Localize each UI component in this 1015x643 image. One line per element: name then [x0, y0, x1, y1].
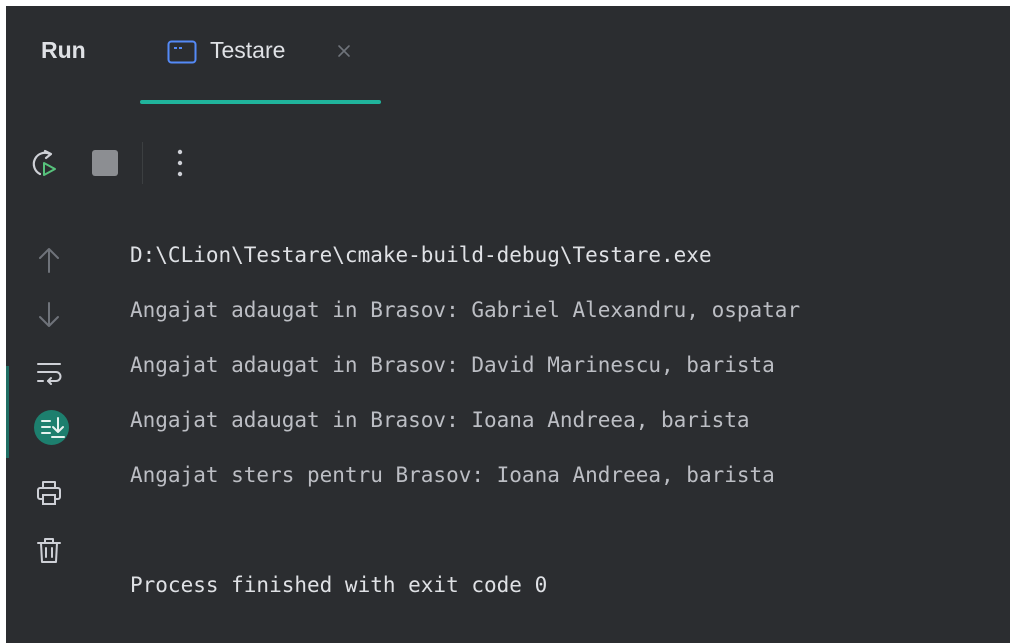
executable-path[interactable]: D:\CLion\Testare\cmake-build-debug\Testa…	[130, 228, 1010, 283]
console-line: Angajat adaugat in Brasov: David Marines…	[130, 353, 775, 377]
console-output[interactable]: D:\CLion\Testare\cmake-build-debug\Testa…	[130, 228, 1010, 613]
tool-window-title: Run	[41, 37, 86, 63]
run-toolbar	[6, 134, 306, 190]
arrow-up-icon	[32, 243, 66, 277]
more-options-button[interactable]	[163, 146, 197, 180]
more-vertical-icon	[163, 146, 197, 180]
exit-message: Process finished with exit code 0	[130, 573, 548, 597]
clear-all-button[interactable]	[32, 534, 66, 568]
rerun-icon	[28, 146, 62, 180]
selected-tab-indicator	[140, 100, 381, 104]
console-line: Angajat sters pentru Brasov: Ioana Andre…	[130, 463, 775, 487]
stop-icon	[88, 146, 122, 180]
scroll-to-end-icon	[35, 410, 69, 444]
trash-icon	[32, 534, 66, 568]
close-icon[interactable]	[336, 43, 352, 59]
print-button[interactable]	[32, 476, 66, 510]
console-line: Angajat adaugat in Brasov: Ioana Andreea…	[130, 408, 750, 432]
toolbar-separator	[142, 142, 143, 184]
printer-icon	[32, 476, 66, 510]
arrow-down-icon	[32, 298, 66, 332]
stop-button[interactable]	[88, 146, 122, 180]
scroll-up-button[interactable]	[32, 243, 66, 277]
run-tool-window-header: Run Testare	[6, 6, 1010, 105]
scroll-to-end-button[interactable]	[35, 410, 69, 444]
console-line: Angajat adaugat in Brasov: Gabriel Alexa…	[130, 298, 801, 322]
terminal-icon	[167, 40, 197, 64]
soft-wrap-icon	[32, 355, 66, 389]
rerun-button[interactable]	[28, 146, 62, 180]
gutter-accent	[6, 366, 9, 458]
scroll-down-button[interactable]	[32, 298, 66, 332]
tab-label: Testare	[210, 37, 286, 63]
soft-wrap-button[interactable]	[32, 355, 66, 389]
run-tool-window: Run Testare D:\CLion\Testare\cmake-build…	[6, 6, 1010, 643]
tab-testare[interactable]: Testare	[140, 6, 381, 105]
